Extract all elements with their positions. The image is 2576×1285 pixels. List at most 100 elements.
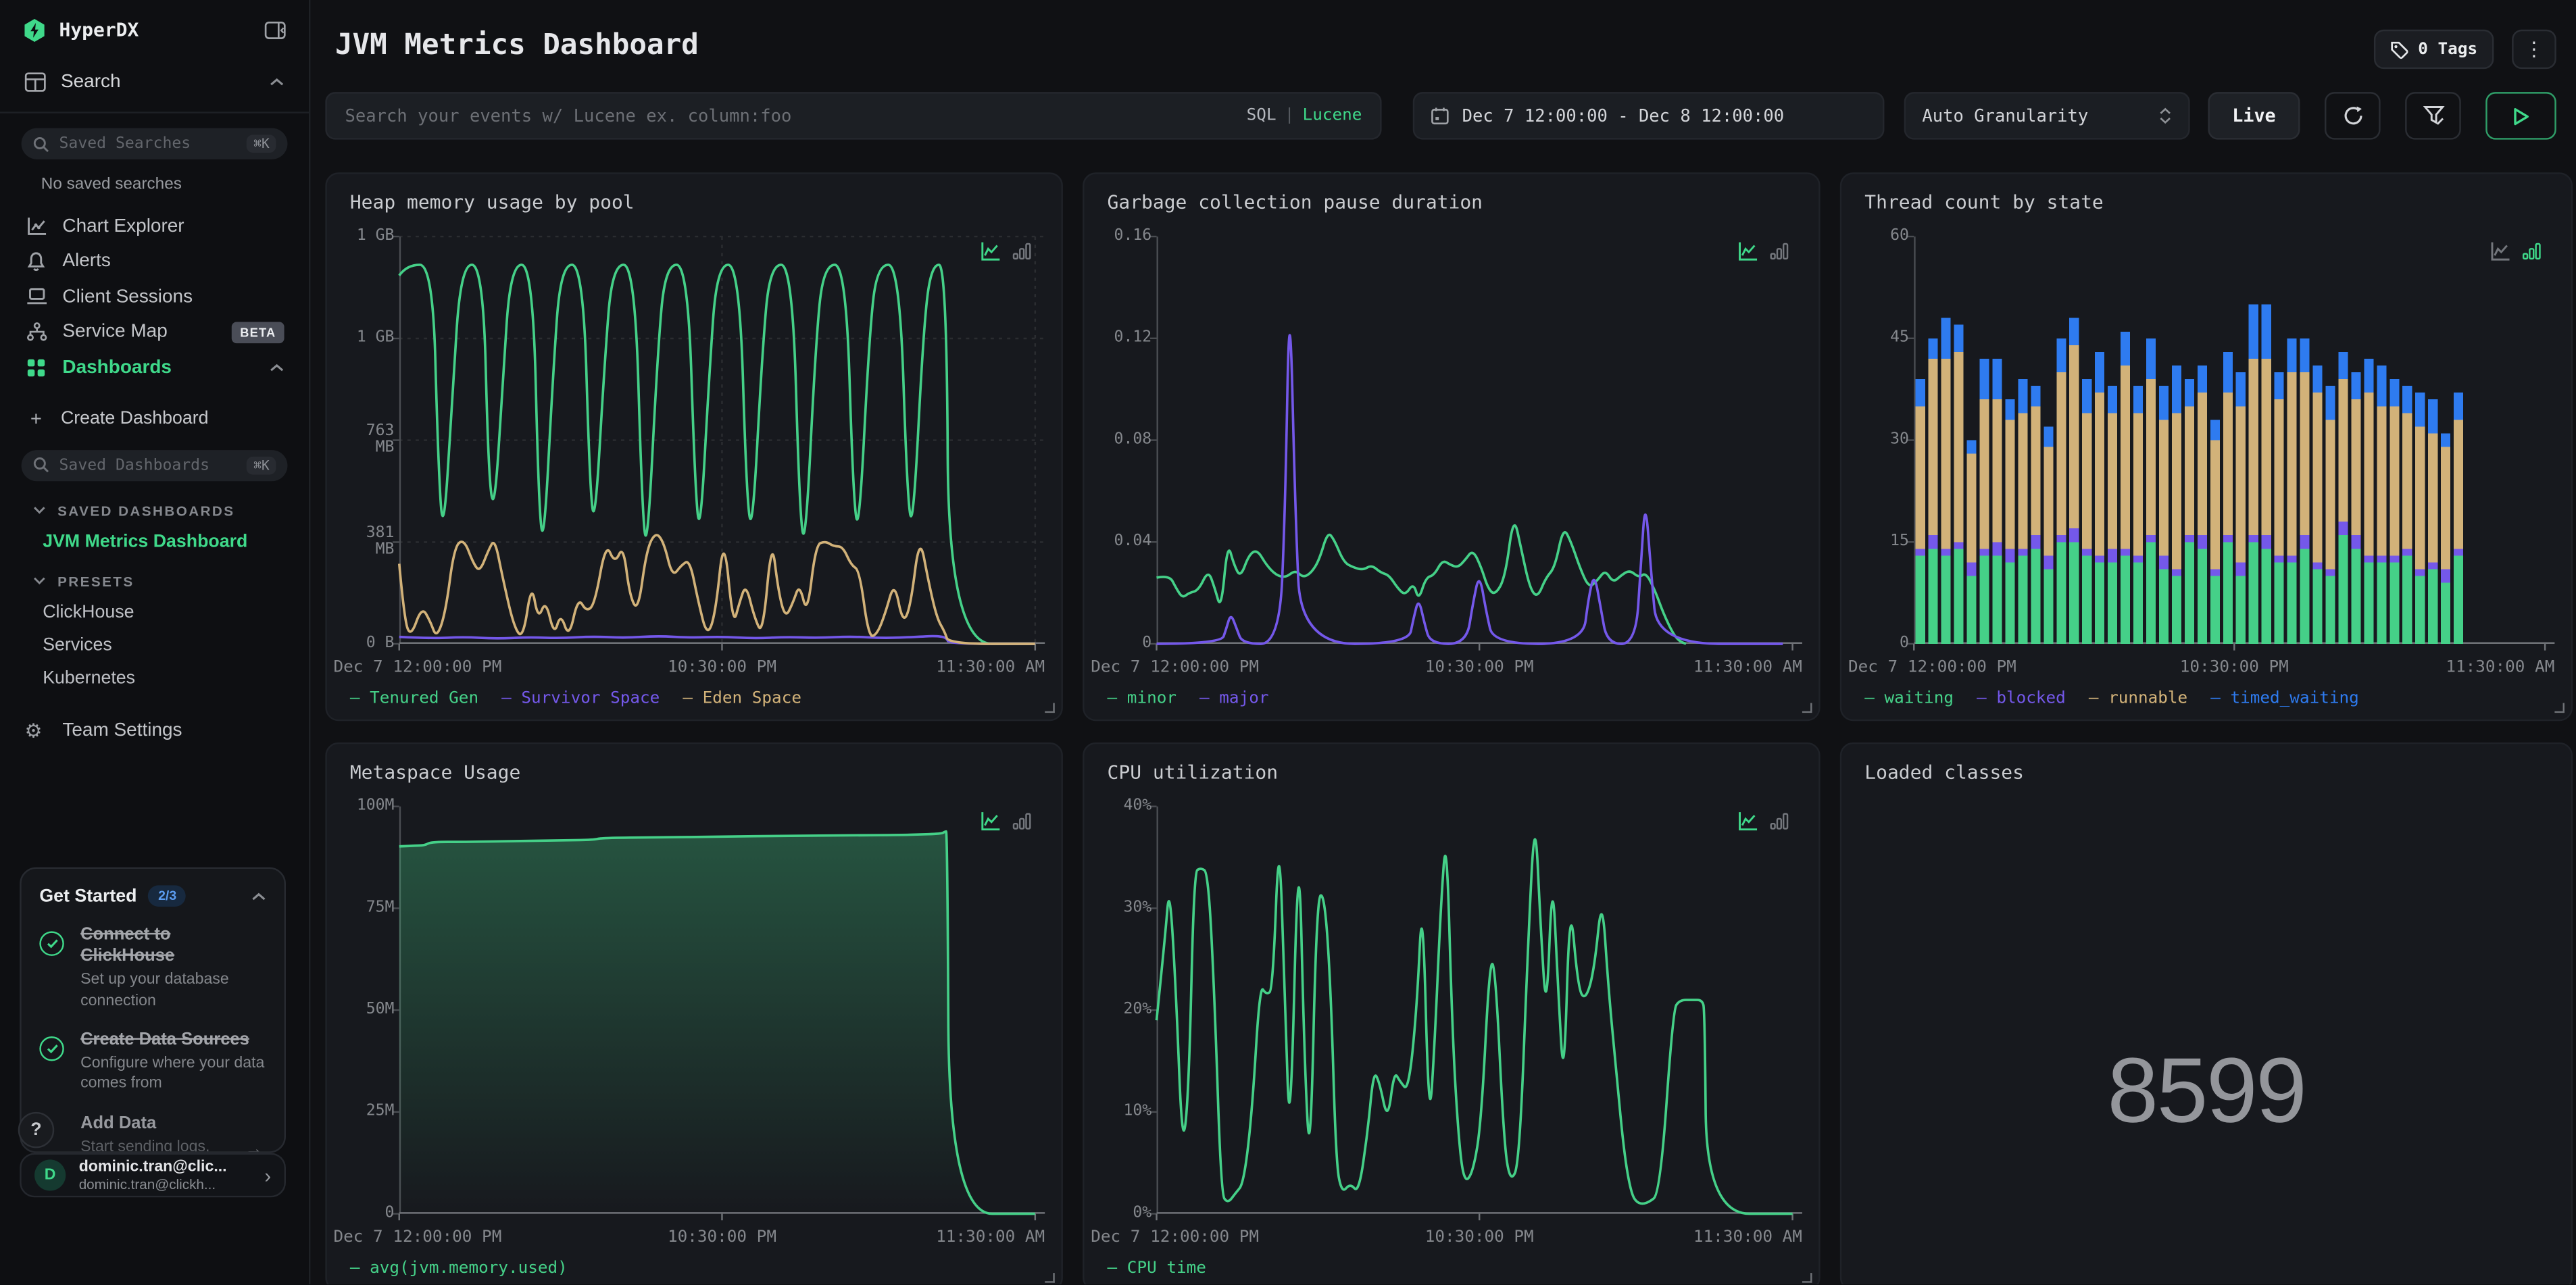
chevron-right-icon: › — [264, 1163, 272, 1187]
resize-handle[interactable] — [1045, 703, 1055, 713]
granularity-value: Auto Granularity — [1922, 105, 2089, 126]
y-axis-label: 0.04 — [1114, 532, 1152, 551]
get-started-item-sources[interactable]: Create Data Sources Configure where your… — [39, 1030, 266, 1095]
resize-handle[interactable] — [1802, 703, 1812, 713]
x-axis-labels: Dec 7 12:00:00 PM 10:30:00 PM 11:30:00 AM — [1091, 1228, 1802, 1248]
get-started-item-add-data[interactable]: Add Data Start sending logs, metrics, or… — [39, 1113, 266, 1153]
cpu-chart[interactable]: 0% 10% 20% 30% 40% — [1123, 797, 1802, 1221]
sidebar-section-search[interactable]: Search — [0, 62, 309, 101]
resize-handle[interactable] — [2554, 703, 2565, 713]
preset-services[interactable]: Services — [0, 635, 309, 655]
resize-handle[interactable] — [1802, 1273, 1812, 1283]
team-settings-button[interactable]: ⚙ Team Settings — [0, 720, 309, 740]
x-axis-label: 11:30:00 AM — [2446, 658, 2555, 677]
sidebar-item-chart-explorer[interactable]: Chart Explorer — [0, 209, 309, 244]
legend-item[interactable]: — CPU time — [1108, 1258, 1206, 1280]
granularity-select[interactable]: Auto Granularity — [1904, 92, 2190, 140]
legend-item[interactable]: — Eden Space — [683, 688, 801, 710]
gc-pause-chart[interactable]: 0 0.04 0.08 0.12 0.16 — [1114, 228, 1802, 651]
filter-button[interactable] — [2405, 92, 2461, 140]
search-section-icon — [24, 72, 46, 92]
plus-icon: + — [30, 406, 42, 430]
app-window: HyperDX Search Saved Searches ⌘K No save… — [0, 0, 2576, 1285]
step-desc: Start sending logs, metrics, or traces — [80, 1138, 210, 1153]
run-query-button[interactable] — [2485, 92, 2556, 140]
team-settings-label: Team Settings — [62, 720, 182, 740]
collapse-sidebar-icon[interactable] — [264, 20, 286, 39]
panel-title: Thread count by state — [1864, 191, 2104, 214]
chevron-up-icon — [270, 77, 284, 87]
beta-badge: BETA — [232, 321, 284, 343]
y-axis-label: 40% — [1123, 797, 1152, 815]
create-dashboard-button[interactable]: + Create Dashboard — [0, 407, 309, 430]
no-saved-searches-text: No saved searches — [41, 176, 182, 194]
cmdk-shortcut: ⌘K — [247, 455, 276, 474]
x-axis-label: 10:30:00 PM — [667, 658, 776, 677]
x-axis-labels: Dec 7 12:00:00 PM 10:30:00 PM 11:30:00 AM — [334, 658, 1045, 678]
y-axis-label: 1 GB — [356, 328, 395, 347]
legend-item[interactable]: — Survivor Space — [501, 688, 660, 710]
more-options-button[interactable]: ⋮ — [2512, 29, 2556, 70]
play-icon — [2514, 107, 2529, 125]
brand-row: HyperDX — [0, 0, 309, 59]
y-axis-label: 60 — [1890, 226, 1909, 245]
saved-dashboards-input[interactable]: Saved Dashboards ⌘K — [21, 449, 288, 481]
x-axis-label: 11:30:00 AM — [1693, 1228, 1802, 1247]
chart-legend: — CPU time — [1108, 1258, 1206, 1280]
legend-item[interactable]: — runnable — [2089, 688, 2187, 710]
sidebar-item-dashboards[interactable]: Dashboards — [0, 350, 309, 385]
legend-item[interactable]: — timed_waiting — [2210, 688, 2359, 710]
chart-legend: — waiting — blocked — runnable — timed_waiting — [1864, 688, 2358, 710]
legend-item[interactable]: — major — [1199, 688, 1268, 710]
date-range-picker[interactable]: Dec 7 12:00:00 - Dec 8 12:00:00 — [1412, 92, 1885, 140]
chevron-up-icon[interactable] — [251, 891, 266, 901]
y-axis-label: 20% — [1123, 1000, 1152, 1019]
panel-title: Garbage collection pause duration — [1107, 191, 1483, 214]
controls-bar: Search your events w/ Lucene ex. column:… — [325, 92, 2556, 140]
thread-count-chart[interactable]: 0 15 30 45 60 — [1890, 228, 2555, 651]
sidebar-item-service-map[interactable]: Service Map BETA — [0, 315, 309, 350]
cmdk-shortcut: ⌘K — [247, 134, 276, 153]
get-started-item-connect[interactable]: Connect to ClickHouse Set up your databa… — [39, 925, 266, 1012]
y-axis-label: 763 MB — [366, 422, 395, 457]
help-button[interactable]: ? — [18, 1111, 55, 1149]
x-axis-label: Dec 7 12:00:00 PM — [333, 658, 502, 677]
tags-button[interactable]: 0 Tags — [2373, 29, 2494, 70]
user-menu[interactable]: D dominic.tran@clic... dominic.tran@clic… — [20, 1153, 287, 1198]
search-placeholder: Search your events w/ Lucene ex. column:… — [345, 105, 792, 126]
legend-item[interactable]: — minor — [1108, 688, 1176, 710]
resize-handle[interactable] — [1045, 1273, 1055, 1283]
legend-item[interactable]: — blocked — [1977, 688, 2066, 710]
live-button[interactable]: Live — [2208, 92, 2300, 140]
y-axis-label: 0 — [385, 1203, 395, 1222]
saved-dashboard-jvm-metrics[interactable]: JVM Metrics Dashboard — [0, 531, 309, 551]
metaspace-chart[interactable]: 0 25M 50M 75M 100M — [357, 797, 1045, 1221]
preset-kubernetes[interactable]: Kubernetes — [0, 667, 309, 687]
panel-cpu: CPU utilization 0% 10% 20% 30% 40% Dec 7 12:… — [1083, 742, 1820, 1285]
lucene-toggle[interactable]: Lucene — [1303, 107, 1362, 125]
saved-searches-input[interactable]: Saved Searches ⌘K — [21, 128, 288, 159]
panel-loaded-classes: Loaded classes 8599 — [1839, 742, 2573, 1285]
group-presets[interactable]: PRESETS — [0, 572, 309, 589]
y-axis-label: 75M — [366, 898, 395, 917]
chevron-down-icon — [33, 576, 46, 585]
group-saved-dashboards[interactable]: SAVED DASHBOARDS — [0, 502, 309, 518]
legend-item[interactable]: — waiting — [1864, 688, 1954, 710]
refresh-button[interactable] — [2325, 92, 2381, 140]
preset-clickhouse[interactable]: ClickHouse — [0, 602, 309, 622]
legend-item[interactable]: — Tenured Gen — [350, 688, 478, 710]
event-search-input[interactable]: Search your events w/ Lucene ex. column:… — [325, 92, 1382, 140]
dashboard-grid: Heap memory usage by pool 0 B 381 MB 763 M… — [325, 172, 2573, 1285]
avatar: D — [34, 1159, 66, 1191]
y-axis-label: 381 MB — [366, 524, 395, 559]
nav-label: Service Map — [62, 322, 168, 343]
panel-title: Metaspace Usage — [349, 760, 521, 784]
sidebar-item-alerts[interactable]: Alerts — [0, 244, 309, 279]
legend-item[interactable]: — avg(jvm.memory.used) — [350, 1258, 568, 1280]
hyperdx-logo-icon — [23, 18, 46, 42]
heap-memory-chart[interactable]: 0 B 381 MB 763 MB 1 GB 1 GB — [357, 228, 1045, 651]
select-arrows-icon — [2158, 107, 2171, 125]
sql-toggle[interactable]: SQL — [1247, 107, 1277, 125]
sidebar-item-client-sessions[interactable]: Client Sessions — [0, 279, 309, 314]
panel-gc-pause: Garbage collection pause duration 0 0.04 0… — [1083, 172, 1820, 722]
